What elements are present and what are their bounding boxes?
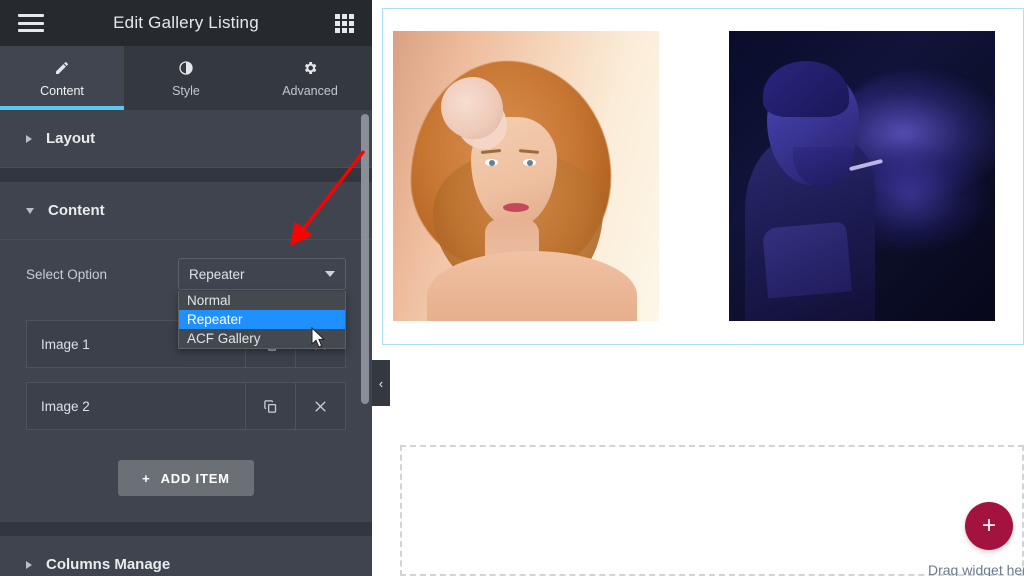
editor-root: Edit Gallery Listing Content	[0, 0, 1024, 576]
page-title: Edit Gallery Listing	[0, 13, 372, 33]
gallery-image-1[interactable]	[393, 31, 659, 321]
plus-icon: +	[982, 512, 996, 540]
repeater-row[interactable]: Image 2	[26, 382, 346, 430]
section-content-label: Content	[48, 202, 105, 219]
chevron-right-icon	[26, 135, 32, 143]
add-section-button[interactable]: +	[965, 502, 1013, 550]
hamburger-icon[interactable]	[18, 14, 44, 32]
repeater-list: Image 1 Image 2	[0, 320, 372, 522]
select-option-list: Normal Repeater ACF Gallery	[178, 291, 346, 349]
editor-sidebar-panel: Edit Gallery Listing Content	[0, 0, 372, 576]
section-layout-label: Layout	[46, 130, 95, 147]
close-icon[interactable]	[295, 383, 345, 429]
select-option-label: Select Option	[26, 267, 178, 282]
add-item-row: + ADD ITEM	[26, 444, 346, 522]
panel-collapse-handle[interactable]: ‹	[372, 360, 390, 406]
contrast-icon	[178, 58, 194, 78]
plus-icon: +	[142, 471, 150, 486]
dropzone-hint: Drag widget here	[928, 562, 1024, 576]
chevron-left-icon: ‹	[379, 376, 383, 391]
section-layout[interactable]: Layout	[0, 110, 372, 168]
tab-style-label: Style	[172, 84, 200, 98]
copy-icon[interactable]	[245, 383, 295, 429]
tab-advanced-label: Advanced	[282, 84, 338, 98]
chevron-right-icon	[26, 561, 32, 569]
option-repeater-label: Repeater	[187, 312, 243, 327]
gear-icon	[302, 58, 318, 78]
option-acf-gallery[interactable]: ACF Gallery	[179, 329, 345, 348]
panel-header: Edit Gallery Listing	[0, 0, 372, 46]
chevron-down-icon	[325, 271, 335, 277]
add-item-button[interactable]: + ADD ITEM	[118, 460, 254, 496]
gallery-row	[383, 9, 1023, 321]
pencil-icon	[54, 58, 70, 78]
select-option-value: Repeater	[189, 267, 325, 282]
select-option-control: Repeater Normal Repeater ACF Gallery	[178, 258, 346, 290]
option-repeater[interactable]: Repeater	[179, 310, 345, 329]
section-columns-manage-label: Columns Manage	[46, 556, 170, 573]
tab-advanced[interactable]: Advanced	[248, 46, 372, 110]
tab-style[interactable]: Style	[124, 46, 248, 110]
tab-content[interactable]: Content	[0, 46, 124, 110]
select-option-dropdown[interactable]: Repeater	[178, 258, 346, 290]
repeater-item-title[interactable]: Image 2	[27, 383, 245, 429]
section-divider	[0, 168, 372, 182]
option-acf-gallery-label: ACF Gallery	[187, 331, 261, 346]
select-option-row: Select Option Repeater Normal Repeater A…	[0, 240, 372, 290]
option-normal-label: Normal	[187, 293, 231, 308]
gallery-widget-section[interactable]	[382, 8, 1024, 345]
panel-scrollbar[interactable]	[361, 112, 369, 576]
section-content[interactable]: Content	[0, 182, 372, 240]
widget-dropzone[interactable]	[400, 445, 1024, 576]
preview-canvas: + Drag widget here	[372, 0, 1024, 576]
option-normal[interactable]: Normal	[179, 291, 345, 310]
chevron-down-icon	[26, 208, 34, 214]
tab-content-label: Content	[40, 84, 84, 98]
panel-tabs: Content Style Advanced	[0, 46, 372, 110]
gallery-image-2[interactable]	[729, 31, 995, 321]
section-divider	[0, 522, 372, 536]
apps-grid-icon[interactable]	[335, 14, 354, 33]
add-item-label: ADD ITEM	[161, 471, 230, 486]
panel-scrollbar-thumb[interactable]	[361, 114, 369, 404]
section-columns-manage[interactable]: Columns Manage	[0, 536, 372, 576]
